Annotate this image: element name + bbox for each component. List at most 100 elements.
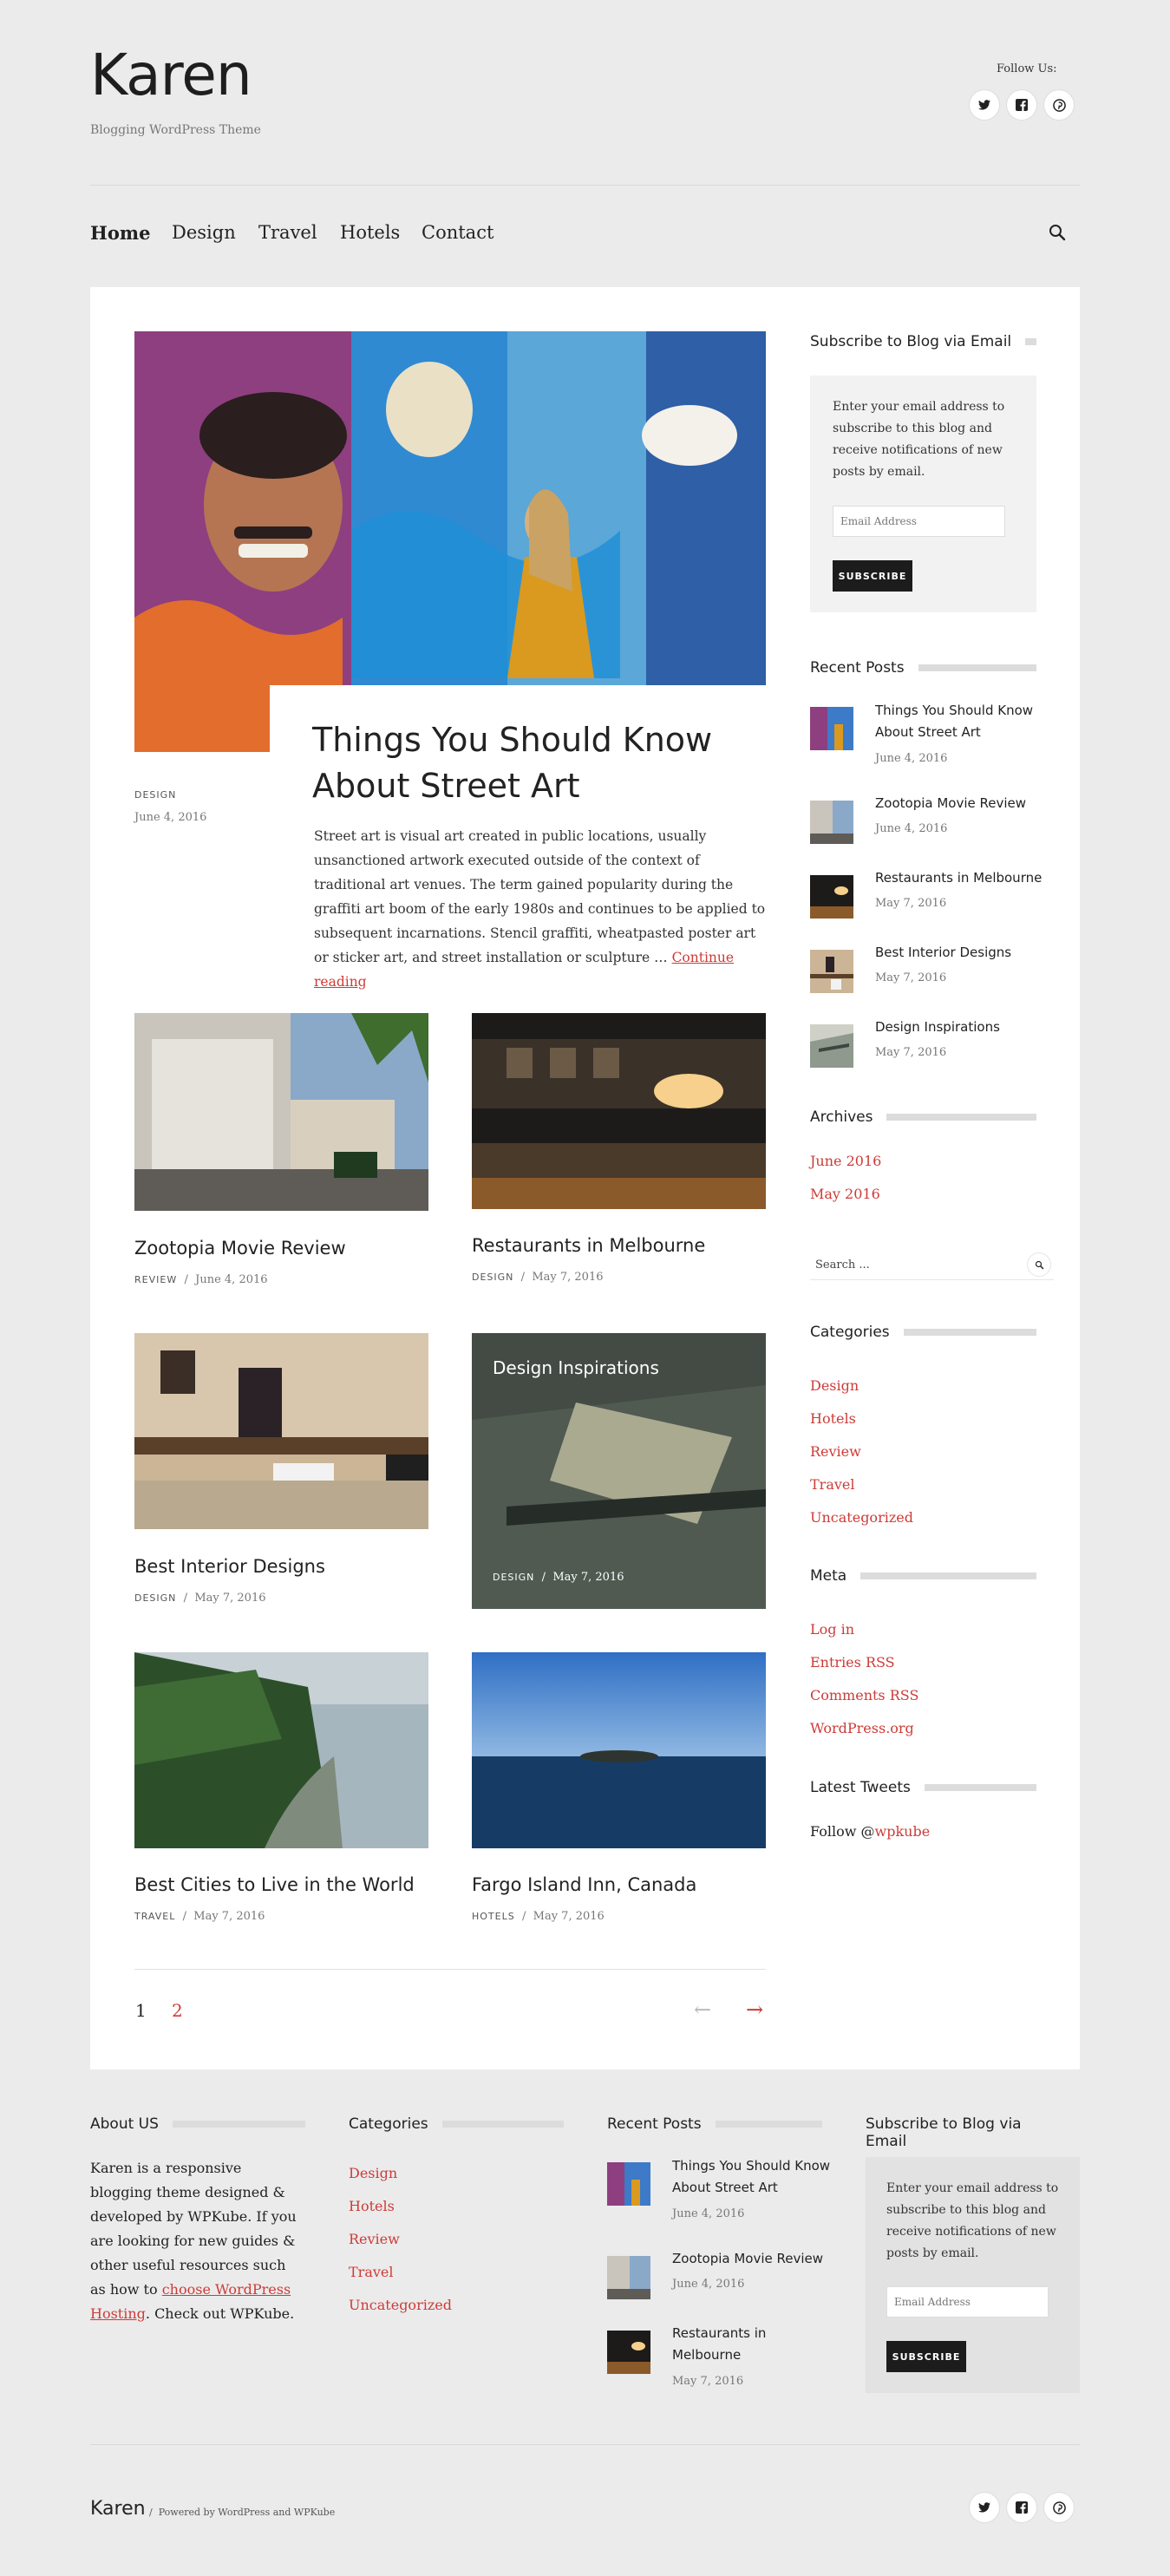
recent-thumb-zootopia[interactable] xyxy=(810,801,853,844)
featured-title[interactable]: Things You Should Know About Street Art xyxy=(312,717,712,809)
site-logo[interactable]: Karen xyxy=(90,42,252,108)
follow-label: Follow Us: xyxy=(997,62,1057,75)
meta-link-login[interactable]: Log in xyxy=(810,1613,918,1646)
post-image-fargo-island[interactable] xyxy=(472,1652,766,1848)
recent-post-date-1: June 4, 2016 xyxy=(875,752,948,765)
footer-category-travel[interactable]: Travel xyxy=(349,2256,452,2289)
post-title-zootopia[interactable]: Zootopia Movie Review xyxy=(134,1238,346,1259)
post-title-restaurants[interactable]: Restaurants in Melbourne xyxy=(472,1235,705,1256)
footer-recent-date-1: June 4, 2016 xyxy=(672,2207,745,2220)
archive-link-may-2016[interactable]: May 2016 xyxy=(810,1186,880,1202)
category-link-review[interactable]: Review xyxy=(810,1435,913,1468)
recent-post-title-3[interactable]: Restaurants in Melbourne xyxy=(875,867,1042,889)
nav-item-travel[interactable]: Travel xyxy=(258,222,317,243)
meta-link-entries-rss[interactable]: Entries RSS xyxy=(810,1646,918,1679)
widget-title-recent-posts: Recent Posts xyxy=(810,659,1036,677)
footer-title-subscribe: Subscribe to Blog via Email xyxy=(866,2115,1022,2150)
nav-item-design[interactable]: Design xyxy=(172,222,236,243)
footer-category-hotels[interactable]: Hotels xyxy=(349,2190,452,2223)
footer-email-field[interactable]: Email Address xyxy=(886,2286,1049,2318)
post-image-zootopia[interactable] xyxy=(134,1013,428,1211)
featured-category[interactable]: DESIGN xyxy=(134,789,206,801)
widget-title-categories: Categories xyxy=(810,1324,1036,1341)
next-page-arrow-icon[interactable]: → xyxy=(746,1997,763,2022)
recent-post-date-2: June 4, 2016 xyxy=(875,822,948,835)
header-divider xyxy=(90,185,1080,186)
page-number-link[interactable]: 2 xyxy=(172,2000,183,2021)
sidebar-search-field[interactable]: Search ... xyxy=(810,1250,1054,1280)
footer-subscribe-description: Enter your email address to subscribe to… xyxy=(886,2181,1059,2260)
post-title-best-cities[interactable]: Best Cities to Live in the World xyxy=(134,1874,415,1895)
featured-excerpt: Street art is visual art created in publ… xyxy=(314,828,766,990)
post-title-fargo-island[interactable]: Fargo Island Inn, Canada xyxy=(472,1874,696,1895)
post-image-restaurants[interactable] xyxy=(472,1013,766,1209)
post-image-interior[interactable] xyxy=(134,1333,428,1529)
sidebar-search-input[interactable]: Search ... xyxy=(810,1259,870,1272)
footer-recent-title-1[interactable]: Things You Should Know About Street Art xyxy=(672,2155,830,2199)
post-meta-fargo-island: HOTELS / May 7, 2016 xyxy=(472,1910,605,1923)
footer-recent-thumb-2[interactable] xyxy=(607,2256,650,2299)
footer-category-list: Design Hotels Review Travel Uncategorize… xyxy=(349,2157,452,2322)
category-link-travel[interactable]: Travel xyxy=(810,1468,913,1501)
post-meta-best-cities: TRAVEL / May 7, 2016 xyxy=(134,1910,265,1923)
category-link-hotels[interactable]: Hotels xyxy=(810,1402,913,1435)
nav-item-hotels[interactable]: Hotels xyxy=(340,222,400,243)
footer-site-title[interactable]: Karen xyxy=(90,2498,146,2520)
post-meta-restaurants: DESIGN / May 7, 2016 xyxy=(472,1271,604,1284)
recent-post-title-5[interactable]: Design Inspirations xyxy=(875,1017,1000,1038)
email-field[interactable]: Email Address xyxy=(833,506,1005,537)
recent-post-title-4[interactable]: Best Interior Designs xyxy=(875,942,1011,964)
sidebar-category-list: Design Hotels Review Travel Uncategorize… xyxy=(810,1370,913,1534)
recent-thumb-restaurants[interactable] xyxy=(810,875,853,919)
category-link-uncategorized[interactable]: Uncategorized xyxy=(810,1501,913,1534)
meta-link-comments-rss[interactable]: Comments RSS xyxy=(810,1679,918,1712)
widget-title-latest-tweets: Latest Tweets xyxy=(810,1779,1036,1796)
footer-recent-thumb-3[interactable] xyxy=(607,2331,650,2374)
recent-post-title-2[interactable]: Zootopia Movie Review xyxy=(875,793,1026,814)
category-link-design[interactable]: Design xyxy=(810,1370,913,1402)
pagination-divider xyxy=(134,1969,766,1970)
widget-title-archives: Archives xyxy=(810,1108,1036,1126)
post-image-best-cities[interactable] xyxy=(134,1652,428,1848)
sidebar-search-icon[interactable] xyxy=(1028,1253,1050,1276)
footer-pinterest-icon[interactable] xyxy=(1044,2493,1074,2522)
footer-facebook-icon[interactable] xyxy=(1007,2493,1036,2522)
post-meta-interior: DESIGN / May 7, 2016 xyxy=(134,1592,266,1605)
footer-recent-thumb-1[interactable] xyxy=(607,2162,650,2206)
footer-twitter-icon[interactable] xyxy=(970,2493,999,2522)
nav-item-contact[interactable]: Contact xyxy=(422,222,493,243)
footer-title-recent-posts: Recent Posts xyxy=(607,2115,822,2133)
footer-category-design[interactable]: Design xyxy=(349,2157,452,2190)
footer-recent-title-3[interactable]: Restaurants in Melbourne xyxy=(672,2323,766,2366)
post-title-design-inspirations[interactable]: Design Inspirations xyxy=(493,1357,659,1378)
footer-subscribe-button[interactable]: SUBSCRIBE xyxy=(886,2341,966,2372)
search-icon[interactable] xyxy=(1048,223,1067,242)
recent-thumb-interior[interactable] xyxy=(810,950,853,993)
footer-credit: / Powered by WordPress and WPKube xyxy=(149,2507,336,2518)
footer-category-review[interactable]: Review xyxy=(349,2223,452,2256)
twitter-icon[interactable] xyxy=(970,90,999,120)
recent-post-date-3: May 7, 2016 xyxy=(875,897,947,910)
nav-item-home[interactable]: Home xyxy=(90,222,150,244)
meta-link-wordpress-org[interactable]: WordPress.org xyxy=(810,1712,918,1745)
subscribe-button[interactable]: SUBSCRIBE xyxy=(833,560,912,592)
recent-post-title-1[interactable]: Things You Should Know About Street Art xyxy=(875,700,1033,743)
archive-link-june-2016[interactable]: June 2016 xyxy=(810,1153,881,1169)
widget-title-meta: Meta xyxy=(810,1567,1036,1585)
recent-thumb-street-art[interactable] xyxy=(810,707,853,750)
twitter-handle-link[interactable]: wpkube xyxy=(875,1823,931,1840)
post-title-interior[interactable]: Best Interior Designs xyxy=(134,1556,325,1577)
follow-tweets: Follow @wpkube xyxy=(810,1823,931,1840)
pinterest-icon[interactable] xyxy=(1044,90,1074,120)
facebook-icon[interactable] xyxy=(1007,90,1036,120)
footer-category-uncategorized[interactable]: Uncategorized xyxy=(349,2289,452,2322)
footer-recent-title-2[interactable]: Zootopia Movie Review xyxy=(672,2248,823,2270)
page-number-current: 1 xyxy=(135,2000,147,2021)
featured-date: June 4, 2016 xyxy=(134,811,207,824)
footer-about-text: Karen is a responsive blogging theme des… xyxy=(90,2160,297,2322)
meta-link-list: Log in Entries RSS Comments RSS WordPres… xyxy=(810,1613,918,1745)
post-meta-zootopia: REVIEW / June 4, 2016 xyxy=(134,1273,268,1286)
recent-thumb-design-inspirations[interactable] xyxy=(810,1024,853,1068)
footer-title-categories: Categories xyxy=(349,2115,564,2133)
prev-page-arrow-icon[interactable]: ← xyxy=(694,1997,711,2022)
